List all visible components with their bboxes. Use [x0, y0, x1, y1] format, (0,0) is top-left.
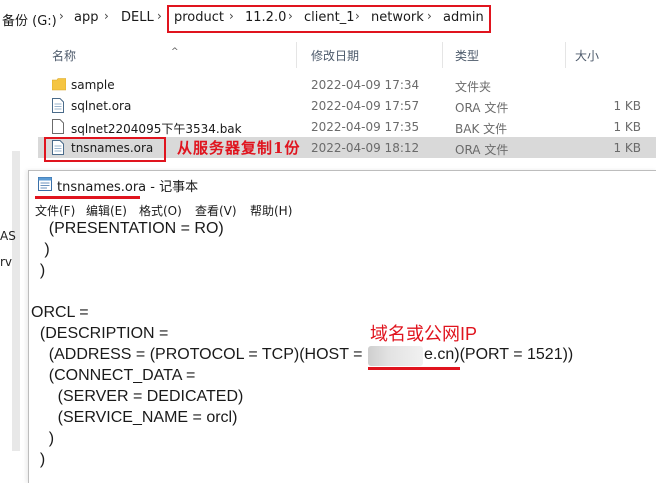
file-type: BAK 文件 [455, 122, 508, 136]
file-type: 文件夹 [455, 80, 492, 94]
code-line: (SERVICE_NAME = orcl) [31, 409, 238, 426]
menu-view[interactable]: 查看(V) [195, 202, 237, 219]
host-suffix: e.cn)(PORT = 1521)) [424, 346, 574, 363]
chevron-right-icon[interactable]: › [104, 9, 109, 23]
menu-file[interactable]: 文件(F) [35, 202, 75, 219]
notepad-title-bar[interactable]: tnsnames.ora - 记事本 [29, 171, 656, 199]
menu-format[interactable]: 格式(O) [139, 202, 182, 219]
breadcrumb-highlight-box [167, 5, 491, 33]
sort-up-icon: ^ [171, 47, 179, 57]
notepad-menu-bar: 文件(F) 编辑(E) 格式(O) 查看(V) 帮助(H) [29, 200, 656, 220]
column-divider[interactable] [296, 42, 297, 68]
notepad-icon [38, 177, 52, 191]
address-bar[interactable]: 备份 (G:) › app › DELL › product › 11.2.0 … [0, 0, 656, 36]
file-date: 2022-04-09 17:34 [311, 78, 420, 92]
host-underline-mark [368, 367, 460, 370]
file-icon [52, 98, 64, 113]
file-highlight-box [44, 137, 166, 162]
breadcrumb-dell[interactable]: DELL [121, 10, 154, 25]
chevron-right-icon[interactable]: › [157, 9, 162, 23]
annotation-copy-from-server: 从服务器复制1份 [177, 139, 301, 157]
code-line: ) [31, 451, 46, 468]
breadcrumb-app[interactable]: app [74, 10, 98, 25]
column-name[interactable]: 名称 [52, 47, 76, 64]
column-size[interactable]: 大小 [575, 47, 599, 64]
code-line: ORCL = [31, 304, 89, 321]
code-line: ) [31, 241, 50, 258]
file-type: ORA 文件 [455, 101, 509, 115]
code-line: (SERVER = DEDICATED) [31, 388, 244, 405]
menu-edit[interactable]: 编辑(E) [86, 202, 127, 219]
file-icon [52, 119, 64, 134]
breadcrumb-drive[interactable]: 备份 (G:) [2, 10, 57, 29]
code-line: ) [31, 430, 55, 447]
navigation-scrollbar[interactable] [12, 151, 20, 451]
file-name: sqlnet2204095下午3534.bak [71, 122, 242, 136]
column-header: ^ 名称 修改日期 类型 大小 [38, 36, 656, 72]
notepad-window[interactable]: tnsnames.ora - 记事本 文件(F) 编辑(E) 格式(O) 查看(… [28, 170, 656, 483]
code-line: (DESCRIPTION = [31, 325, 169, 342]
column-divider[interactable] [442, 42, 443, 68]
redacted-host-blur [368, 346, 423, 366]
notepad-title: tnsnames.ora - 记事本 [57, 176, 198, 195]
column-modified[interactable]: 修改日期 [311, 47, 359, 64]
file-name: sqlnet.ora [71, 99, 132, 113]
code-line: ) [31, 262, 46, 279]
code-line: (CONNECT_DATA = [31, 367, 196, 384]
nav-fragment: rv [0, 255, 13, 269]
notepad-text-area[interactable]: (PRESENTATION = RO) ) ) ORCL = (DESCRIPT… [29, 220, 656, 483]
file-size: 1 KB [613, 120, 641, 134]
menu-help[interactable]: 帮助(H) [250, 202, 292, 219]
column-type[interactable]: 类型 [455, 47, 479, 64]
code-line: (PRESENTATION = RO) [31, 220, 224, 237]
file-size: 1 KB [613, 99, 641, 113]
file-date: 2022-04-09 17:35 [311, 120, 420, 134]
annotation-domain-or-ip: 域名或公网IP [370, 324, 478, 344]
folder-icon [52, 78, 66, 91]
file-name: sample [71, 78, 115, 92]
file-type: ORA 文件 [455, 143, 509, 157]
nav-fragment: AS [0, 229, 16, 243]
file-date: 2022-04-09 18:12 [311, 141, 420, 155]
notepad-filename: tnsnames.ora [57, 180, 147, 195]
file-row-sqlnet[interactable]: sqlnet.ora 2022-04-09 17:57 ORA 文件 1 KB [38, 95, 656, 116]
file-row-sqlnet-bak[interactable]: sqlnet2204095下午3534.bak 2022-04-09 17:35… [38, 116, 656, 137]
file-row-sample[interactable]: sample 2022-04-09 17:34 文件夹 [38, 74, 656, 95]
chevron-right-icon[interactable]: › [59, 9, 64, 23]
code-line: (ADDRESS = (PROTOCOL = TCP)(HOST = [31, 346, 363, 363]
notepad-app-name: - 记事本 [146, 180, 199, 195]
file-size: 1 KB [613, 141, 641, 155]
column-divider[interactable] [565, 42, 566, 68]
file-date: 2022-04-09 17:57 [311, 99, 420, 113]
title-underline-mark [35, 196, 140, 199]
